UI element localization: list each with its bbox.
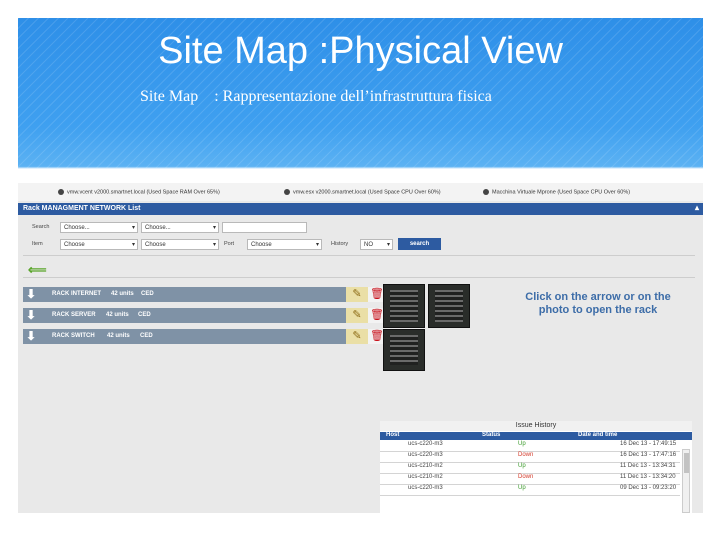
panel-header: Rack MANAGMENT NETWORK List ▴ [18, 203, 703, 215]
subtitle-description: : Rappresentazione dell’infrastruttura f… [214, 88, 492, 105]
table-row: ucs-c210-m2 Up 11 Dec 13 - 13:34:31 [380, 463, 680, 474]
edit-pencil-icon[interactable]: ✎ [346, 308, 368, 323]
column-status: Status [482, 432, 501, 438]
rack-row[interactable]: ⬇ RACK INTERNET 42 units CED [23, 287, 346, 302]
rack-photo[interactable] [428, 284, 470, 328]
history-select[interactable]: NO ▾ [360, 239, 393, 250]
port-select[interactable]: Choose ▾ [247, 239, 322, 250]
divider [23, 277, 695, 278]
back-arrow-icon[interactable]: ⟸ [28, 262, 47, 278]
subtitle-site-map: Site Map [140, 88, 199, 105]
search-button[interactable]: search [398, 238, 441, 250]
chevron-down-icon: ▾ [131, 242, 135, 248]
table-row: ucs-c210-m2 Down 11 Dec 13 - 13:34:20 [380, 474, 680, 485]
alert-item[interactable]: vmw.vcent v2000.smartnet.local (Used Spa… [58, 189, 220, 195]
chevron-down-icon: ▾ [386, 242, 390, 248]
column-host: Host [386, 432, 400, 438]
arrow-down-icon[interactable]: ⬇ [26, 329, 36, 343]
issue-history-title: Issue History [380, 421, 692, 431]
rack-row[interactable]: ⬇ RACK SWITCH 42 units CED [23, 329, 346, 344]
table-row: ucs-c220-m3 Up 09 Dec 13 - 09:23:20 [380, 485, 680, 496]
scrollbar[interactable] [682, 449, 690, 513]
history-label: History [331, 241, 349, 247]
arrow-down-icon[interactable]: ⬇ [26, 308, 36, 322]
open-rack-hint: Click on the arrow or on the photo to ope… [525, 291, 671, 316]
chevron-down-icon: ▾ [212, 242, 216, 248]
issue-history-panel: Issue History Host Status Date and time … [380, 421, 692, 513]
alert-icon [483, 189, 489, 195]
item-select-2[interactable]: Choose ▾ [141, 239, 219, 250]
alert-icon [58, 189, 64, 195]
search-select-1[interactable]: Choose... ▾ [60, 222, 138, 233]
alert-bar: vmw.vcent v2000.smartnet.local (Used Spa… [18, 183, 703, 201]
alert-item[interactable]: vmw.esx v2000.smartnet.local (Used Space… [284, 189, 441, 195]
issue-history-header: Host Status Date and time [380, 432, 692, 440]
slide-subtitle: Site Map : Rappresentazione dell’infrastr… [140, 88, 492, 106]
rack-photo[interactable] [383, 284, 425, 328]
chevron-down-icon: ▾ [315, 242, 319, 248]
port-label: Port [224, 241, 235, 247]
search-input[interactable] [222, 222, 307, 233]
app-screenshot: vmw.vcent v2000.smartnet.local (Used Spa… [18, 183, 703, 513]
search-label: Search [32, 224, 50, 230]
alert-icon [284, 189, 290, 195]
item-select-1[interactable]: Choose ▾ [60, 239, 138, 250]
table-row: ucs-c220-m3 Down 16 Dec 13 - 17:47:16 [380, 452, 680, 463]
slide-title: Site Map :Physical View [158, 30, 563, 72]
item-label: Item [32, 241, 43, 247]
search-select-2[interactable]: Choose... ▾ [141, 222, 219, 233]
chevron-down-icon: ▾ [212, 225, 216, 231]
chevron-down-icon: ▾ [131, 225, 135, 231]
caret-up-icon[interactable]: ▴ [695, 203, 699, 212]
edit-pencil-icon[interactable]: ✎ [346, 329, 368, 344]
table-row: ucs-c220-m3 Up 16 Dec 13 - 17:49:15 [380, 441, 680, 452]
scrollbar-thumb[interactable] [684, 453, 689, 473]
edit-pencil-icon[interactable]: ✎ [346, 287, 368, 302]
arrow-down-icon[interactable]: ⬇ [26, 287, 36, 301]
divider [23, 255, 695, 256]
rack-row[interactable]: ⬇ RACK SERVER 42 units CED [23, 308, 346, 323]
alert-item[interactable]: Macchina Virtuale Mprone (Used Space CPU… [483, 189, 630, 195]
rack-photo[interactable] [383, 329, 425, 371]
column-date: Date and time [578, 432, 618, 438]
panel-title: Rack MANAGMENT NETWORK List [23, 205, 141, 212]
